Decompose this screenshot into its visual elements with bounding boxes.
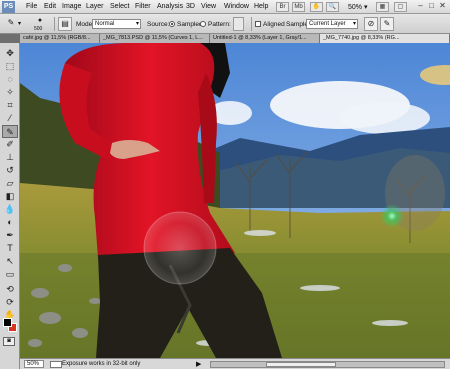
eraser-tool-icon[interactable]: ▱	[2, 177, 18, 190]
blur-tool-icon[interactable]: 💧	[2, 203, 18, 216]
healing-brush-tool-icon[interactable]: ✎	[2, 125, 18, 138]
document-canvas[interactable]	[20, 43, 450, 358]
brush-size[interactable]: 500	[34, 27, 42, 32]
crop-tool-icon[interactable]: ⌗	[2, 99, 18, 112]
menu-select[interactable]: Select	[110, 3, 129, 11]
tab-document-active[interactable]: _MG_7740.jpg @ 8,33% (RG...	[320, 34, 450, 43]
document-tabs: café.jpg @ 11,5% (RGB/8... _MG_7813.PSD …	[20, 34, 450, 43]
options-bar: ✎ ▾ ● 500 ▤ Mode: Normal Source: Sampled…	[0, 14, 450, 34]
sampled-label: Sampled	[177, 21, 203, 28]
photoshop-logo: PS	[2, 1, 15, 13]
toolbox: ✥ ⬚ ◌ ✧ ⌗ ⁄ ✎ ✐ ⊥ ↺ ▱ ◧ 💧 ◐ ✒ T ↖ ▭ ⟲ ⟳ …	[0, 43, 20, 369]
source-label: Source:	[147, 21, 170, 28]
document-icon	[50, 361, 62, 368]
dodge-tool-icon[interactable]: ◐	[2, 216, 18, 229]
brush-tip-icon[interactable]: ●	[33, 16, 47, 26]
zoom-dropdown[interactable]: 50% ▾	[348, 3, 367, 11]
menu-window[interactable]: Window	[224, 3, 249, 11]
menu-file[interactable]: File	[26, 3, 37, 11]
menu-image[interactable]: Image	[62, 3, 81, 11]
status-message: Exposure works in 32-bit only	[62, 361, 141, 367]
pattern-radio[interactable]	[200, 21, 206, 27]
foreground-color-swatch[interactable]	[3, 318, 12, 327]
photo	[20, 43, 450, 358]
minimize-icon[interactable]: –	[416, 1, 425, 12]
pattern-picker[interactable]	[233, 17, 244, 31]
pressure-icon[interactable]: ✎	[380, 17, 394, 31]
eyedropper-tool-icon[interactable]: ⁄	[2, 112, 18, 125]
hand-tool-button[interactable]: ✋	[310, 2, 323, 12]
tool-preset-arrow-icon[interactable]: ▾	[18, 20, 21, 27]
brush-tool-icon[interactable]: ✐	[2, 138, 18, 151]
zoom-value: 50%	[348, 4, 363, 11]
aligned-checkbox[interactable]	[255, 21, 261, 27]
pattern-label: Pattern:	[208, 21, 231, 28]
menu-view[interactable]: View	[201, 3, 216, 11]
pen-tool-icon[interactable]: ✒	[2, 229, 18, 242]
lasso-tool-icon[interactable]: ◌	[2, 73, 18, 86]
history-brush-tool-icon[interactable]: ↺	[2, 164, 18, 177]
3d-rotate-tool-icon[interactable]: ⟲	[2, 283, 18, 296]
menu-edit[interactable]: Edit	[44, 3, 56, 11]
maximize-icon[interactable]: □	[427, 1, 436, 12]
minibridge-button[interactable]: Mb	[292, 2, 305, 12]
screen-mode-button[interactable]: ▢	[394, 2, 407, 12]
mode-select[interactable]: Normal	[92, 19, 141, 29]
status-menu-arrow-icon[interactable]: ▶	[196, 360, 201, 368]
quick-selection-tool-icon[interactable]: ✧	[2, 86, 18, 99]
tab-document[interactable]: _MG_7813.PSD @ 11,5% (Curves 1, L...	[100, 34, 210, 43]
scrollbar-thumb[interactable]	[266, 362, 336, 367]
aligned-label: Aligned	[263, 21, 285, 28]
healing-brush-icon[interactable]: ✎	[4, 17, 18, 31]
menu-filter[interactable]: Filter	[135, 3, 151, 11]
ignore-adjustment-layers-icon[interactable]: ⊘	[364, 17, 378, 31]
move-tool-icon[interactable]: ✥	[2, 47, 18, 60]
separator	[251, 17, 252, 31]
horizontal-scrollbar[interactable]	[210, 361, 445, 368]
menu-analysis[interactable]: Analysis	[157, 3, 183, 11]
menu-layer[interactable]: Layer	[86, 3, 104, 11]
3d-orbit-tool-icon[interactable]: ⟳	[2, 296, 18, 309]
zoom-tool-button[interactable]: 🔍	[326, 2, 339, 12]
status-bar: 50% Exposure works in 32-bit only ▶	[20, 358, 450, 369]
shape-tool-icon[interactable]: ▭	[2, 268, 18, 281]
bridge-button[interactable]: Br	[276, 2, 289, 12]
close-icon[interactable]: ✕	[438, 1, 447, 12]
arrange-documents-button[interactable]: ▦	[376, 2, 389, 12]
sampled-radio[interactable]	[169, 21, 175, 27]
quick-mask-icon[interactable]: ◙	[3, 337, 15, 346]
separator	[54, 17, 55, 31]
sample-select[interactable]: Current Layer	[306, 19, 358, 29]
clone-stamp-tool-icon[interactable]: ⊥	[2, 151, 18, 164]
marquee-tool-icon[interactable]: ⬚	[2, 60, 18, 73]
path-selection-tool-icon[interactable]: ↖	[2, 255, 18, 268]
sample-value: Current Layer	[309, 21, 346, 27]
mode-value: Normal	[95, 21, 115, 27]
menu-bar: PS File Edit Image Layer Select Filter A…	[0, 0, 450, 14]
clone-source-panel-icon[interactable]: ▤	[58, 17, 72, 31]
menu-3d[interactable]: 3D	[186, 3, 195, 11]
menu-help[interactable]: Help	[254, 3, 268, 11]
gradient-tool-icon[interactable]: ◧	[2, 190, 18, 203]
tab-document[interactable]: café.jpg @ 11,5% (RGB/8...	[20, 34, 100, 43]
tab-document[interactable]: Untitled-1 @ 8,33% (Layer 1, Gray/1...	[210, 34, 320, 43]
status-zoom-field[interactable]: 50%	[24, 360, 44, 368]
type-tool-icon[interactable]: T	[2, 242, 18, 255]
